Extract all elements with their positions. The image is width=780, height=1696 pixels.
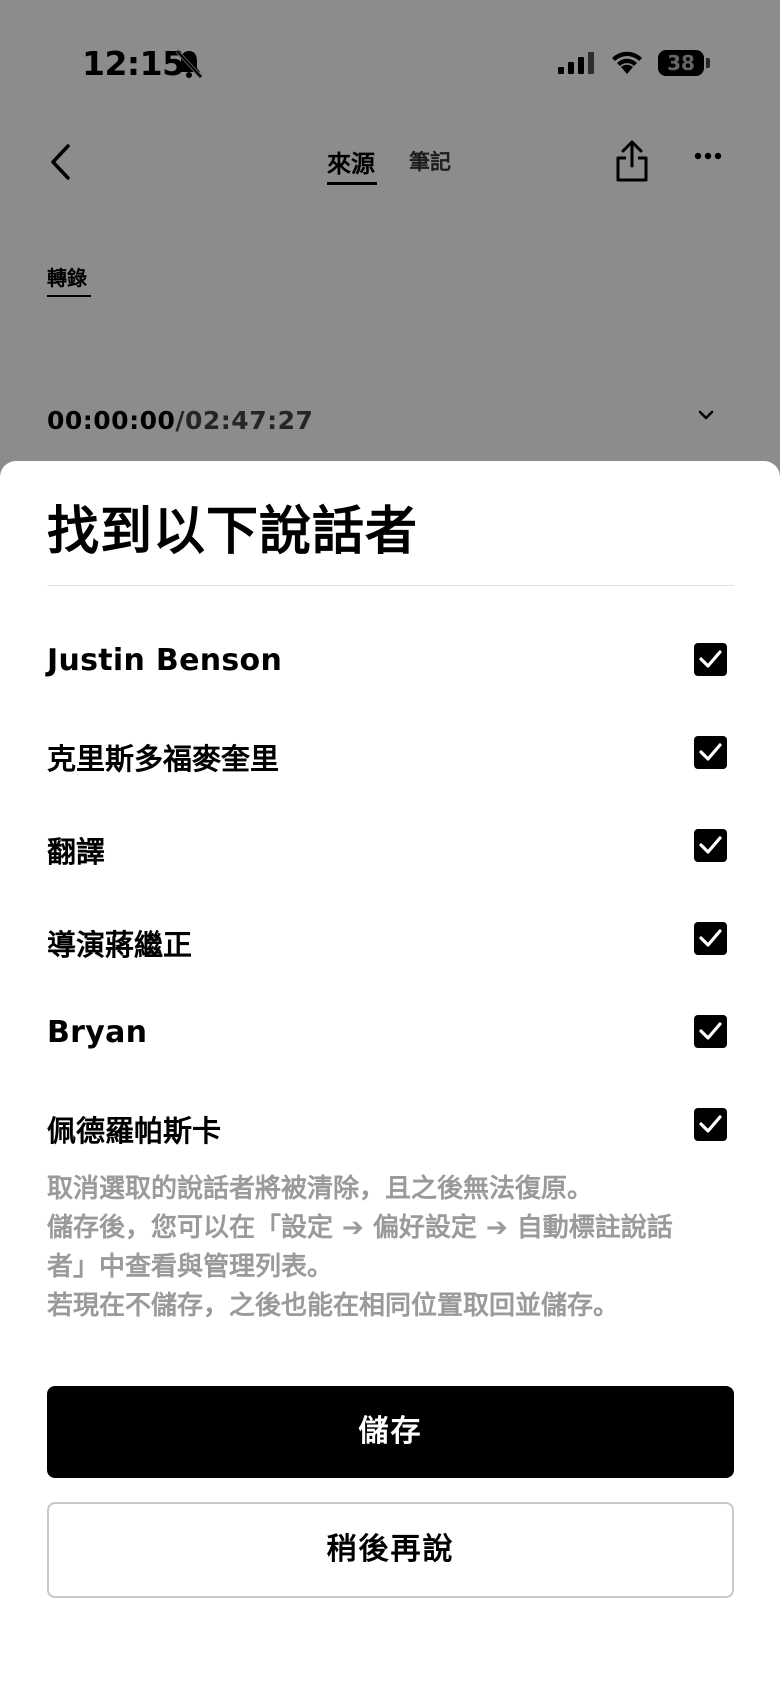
speaker-name: 克里斯多福麥奎里 — [47, 742, 280, 776]
checkmark-icon — [699, 929, 722, 947]
speaker-checkbox[interactable] — [694, 1108, 727, 1141]
checkmark-icon — [699, 836, 722, 854]
speaker-row[interactable]: 導演蔣繼正 — [0, 910, 780, 970]
speaker-name: 導演蔣繼正 — [47, 928, 193, 962]
speaker-clear-note: 取消選取的說話者將被清除，且之後無法復原。 儲存後，您可以在「設定 ➔ 偏好設定… — [47, 1170, 707, 1326]
speaker-checkbox[interactable] — [694, 643, 727, 676]
checkmark-icon — [699, 743, 722, 761]
speaker-name: 佩德羅帕斯卡 — [47, 1114, 222, 1148]
note-line: 取消選取的說話者將被清除，且之後無法復原。 — [47, 1174, 594, 1204]
later-button[interactable]: 稍後再說 — [47, 1502, 734, 1598]
speaker-name: Justin Benson — [47, 643, 283, 678]
save-button[interactable]: 儲存 — [47, 1386, 734, 1478]
divider — [47, 585, 734, 586]
speaker-name: Bryan — [47, 1015, 148, 1050]
speaker-row[interactable]: 佩德羅帕斯卡 — [0, 1096, 780, 1156]
note-line: 者」中查看與管理列表。 — [47, 1252, 334, 1282]
speaker-row[interactable]: Bryan — [0, 1003, 780, 1063]
speaker-checkbox[interactable] — [694, 922, 727, 955]
speaker-row[interactable]: 克里斯多福麥奎里 — [0, 724, 780, 784]
note-line: 若現在不儲存，之後也能在相同位置取回並儲存。 — [47, 1291, 620, 1321]
checkmark-icon — [699, 650, 722, 668]
speaker-list-viewport: Justin Benson 克里斯多福麥奎里 翻譯 導演蔣繼正 Bryan 佩德… — [0, 631, 780, 1243]
speaker-row[interactable]: 翻譯 — [0, 817, 780, 877]
speaker-row[interactable]: Justin Benson — [0, 631, 780, 691]
speaker-name: 翻譯 — [47, 835, 106, 869]
note-line: 儲存後，您可以在「設定 ➔ 偏好設定 ➔ 自動標註說話 — [47, 1213, 673, 1243]
checkmark-icon — [699, 1022, 722, 1040]
speaker-checkbox[interactable] — [694, 736, 727, 769]
sheet-title: 找到以下說話者 — [47, 502, 419, 562]
speaker-checkbox[interactable] — [694, 1015, 727, 1048]
speaker-checkbox[interactable] — [694, 829, 727, 862]
checkmark-icon — [699, 1115, 722, 1133]
